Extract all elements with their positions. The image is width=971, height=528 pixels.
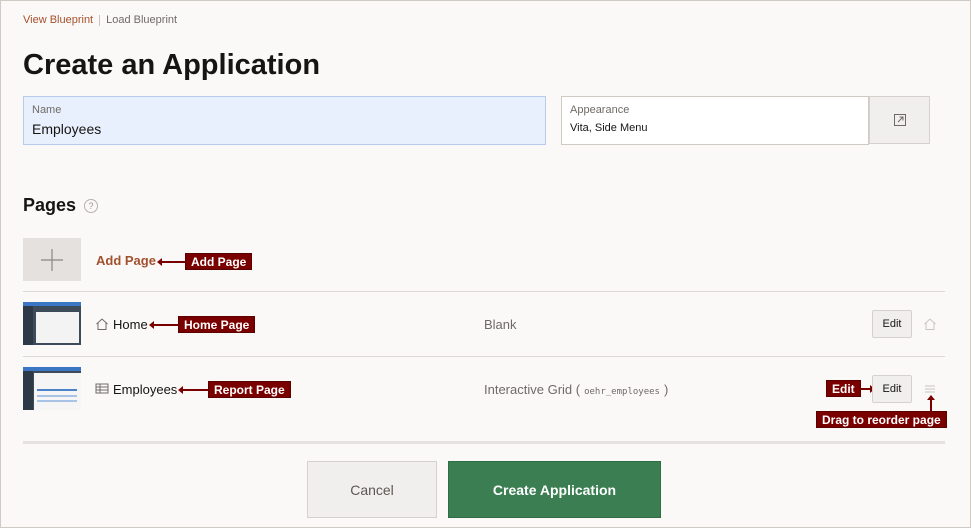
name-field-value[interactable]: Employees [32, 121, 101, 137]
employees-page-type: Interactive Grid (oehr_employees) [484, 382, 668, 397]
callout-add-page: Add Page [185, 253, 253, 270]
callout-drag-reorder: Drag to reorder page [816, 411, 947, 428]
employees-page-thumbnail [23, 367, 81, 410]
thumb-content [36, 312, 79, 343]
employees-edit-button[interactable]: Edit [872, 375, 912, 403]
home-page-type: Blank [484, 317, 517, 332]
callout-arrow [149, 321, 178, 329]
create-application-button[interactable]: Create Application [448, 461, 661, 518]
appearance-field: Appearance Vita, Side Menu [561, 96, 869, 145]
thumb-sidebar [23, 371, 33, 410]
row-divider [23, 291, 945, 292]
breadcrumb: View Blueprint Load Blueprint [23, 14, 177, 26]
row-divider [23, 356, 945, 357]
plus-icon [41, 248, 63, 271]
home-icon [95, 317, 109, 331]
home-page-thumbnail [23, 302, 81, 345]
callout-home-page: Home Page [178, 316, 256, 333]
home-edit-button[interactable]: Edit [872, 310, 912, 338]
callout-arrow [178, 386, 208, 394]
employees-page-name[interactable]: Employees [113, 382, 177, 397]
breadcrumb-separator [99, 14, 101, 26]
thumb-sidebar [23, 306, 33, 345]
callout-report-page: Report Page [208, 381, 291, 398]
appearance-field-label: Appearance [570, 104, 630, 116]
home-marker-icon [923, 317, 937, 331]
open-dialog-icon [893, 114, 906, 126]
footer-divider [23, 441, 945, 444]
appearance-field-value: Vita, Side Menu [570, 122, 648, 134]
type-close: ) [663, 382, 669, 397]
name-field-label: Name [32, 104, 62, 116]
appearance-popup-button[interactable] [869, 96, 930, 144]
cancel-button[interactable]: Cancel [307, 461, 437, 518]
create-application-dialog: View Blueprint Load Blueprint Create an … [0, 0, 971, 528]
add-page-link[interactable]: Add Page [96, 253, 156, 268]
callout-arrow [157, 258, 185, 266]
callout-arrow [927, 395, 935, 411]
name-field[interactable]: Name Employees [23, 96, 546, 145]
drag-handle-icon[interactable] [923, 384, 937, 394]
type-table-name: oehr_employees [584, 387, 660, 397]
callout-edit: Edit [826, 380, 861, 397]
type-label: Interactive Grid ( [484, 382, 581, 397]
home-page-name[interactable]: Home [113, 317, 148, 332]
help-icon[interactable]: ? [84, 199, 98, 213]
page-title: Create an Application [23, 49, 321, 81]
thumb-grid-line [37, 395, 77, 397]
breadcrumb-view-blueprint[interactable]: View Blueprint [23, 14, 93, 26]
thumb-grid-line [37, 400, 77, 402]
add-page-tile[interactable] [23, 238, 81, 281]
callout-arrow [859, 385, 875, 393]
breadcrumb-load-blueprint[interactable]: Load Blueprint [106, 14, 177, 26]
thumb-content [34, 373, 81, 410]
pages-heading: Pages [23, 195, 77, 215]
grid-icon [95, 382, 109, 396]
thumb-grid-line [37, 389, 77, 391]
